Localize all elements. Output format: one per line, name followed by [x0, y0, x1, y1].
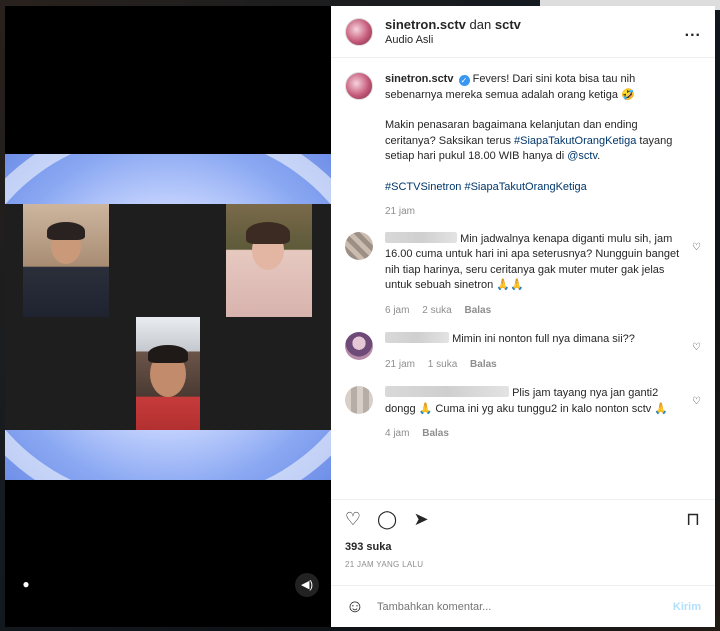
comment-time[interactable]: 6 jam [385, 305, 409, 316]
caption-second-paragraph: Makin penasaran bagaimana kelanjutan dan… [385, 118, 683, 165]
caption-meta: 21 jam [385, 204, 683, 220]
comment-meta: 4 jam Balas [385, 426, 683, 442]
comment-content: Min jadwalnya kenapa diganti mulu sih, j… [385, 231, 683, 294]
verified-badge-icon: ✓ [458, 75, 470, 86]
reply-button[interactable]: Balas [464, 305, 491, 316]
post-comment-button[interactable]: Kirim [673, 601, 701, 613]
post-modal: ● ◀) sinetron.sctv dan sctv Audio Asli .… [5, 6, 715, 627]
video-call-participant-3 [136, 317, 200, 430]
comment-item: Min jadwalnya kenapa diganti mulu sih, j… [345, 231, 701, 319]
comment-body: Min jadwalnya kenapa diganti mulu sih, j… [385, 231, 701, 319]
mention-link[interactable]: @sctv [567, 150, 597, 162]
commenter-avatar[interactable] [345, 332, 373, 360]
author-username[interactable]: sinetron.sctv [385, 17, 466, 32]
comments-scroll-area[interactable]: sinetron.sctv ✓ Fevers! Dari sini kota b… [331, 58, 715, 499]
author-line: sinetron.sctv dan sctv [385, 17, 685, 32]
participant-hair [246, 222, 290, 244]
caption-hashtags[interactable]: #SCTVSinetron #SiapaTakutOrangKetiga [385, 180, 683, 196]
caption-avatar[interactable] [345, 72, 373, 100]
add-comment-bar: ☺ Kirim [331, 585, 715, 627]
comment-item: Mimin ini nonton full nya dimana sii?? 2… [345, 332, 701, 372]
comment-time[interactable]: 21 jam [385, 359, 415, 370]
caption-body: sinetron.sctv ✓ Fevers! Dari sini kota b… [385, 72, 701, 220]
comment-body: Plis jam tayang nya jan ganti2 dongg 🙏 C… [385, 386, 701, 442]
author-info: sinetron.sctv dan sctv Audio Asli [385, 17, 685, 46]
commenter-username-blurred[interactable] [385, 231, 457, 243]
caption-text-2c: . [597, 150, 601, 162]
comment-time[interactable]: 4 jam [385, 428, 409, 439]
commenter-username-blurred[interactable] [385, 386, 509, 397]
comment-icon[interactable]: ◯ [377, 509, 397, 530]
author-avatar[interactable] [345, 17, 373, 46]
commenter-username-blurred[interactable] [385, 332, 449, 343]
audio-label[interactable]: Audio Asli [385, 34, 685, 46]
caption: sinetron.sctv ✓ Fevers! Dari sini kota b… [345, 72, 701, 220]
more-options-icon[interactable]: ... [685, 23, 701, 41]
comment-like-icon[interactable]: ♡ [692, 342, 701, 353]
audio-toggle-icon[interactable]: ◀) [295, 573, 319, 597]
coauthor-username[interactable]: sctv [495, 17, 521, 32]
comment-like-count[interactable]: 2 suka [422, 305, 451, 316]
caption-time[interactable]: 21 jam [385, 206, 415, 217]
comment-text: Mimin ini nonton full nya dimana sii?? [452, 333, 635, 345]
comment-like-icon[interactable]: ♡ [692, 396, 701, 407]
reply-button[interactable]: Balas [422, 428, 449, 439]
participant-hair [47, 222, 85, 240]
video-frame [5, 154, 331, 480]
post-date[interactable]: 21 JAM YANG LALU [331, 557, 715, 579]
comment-content: Plis jam tayang nya jan ganti2 dongg 🙏 C… [385, 386, 683, 417]
comment-like-icon[interactable]: ♡ [692, 242, 701, 253]
comment-body: Mimin ini nonton full nya dimana sii?? 2… [385, 332, 701, 372]
share-icon[interactable]: ➤ [411, 509, 431, 530]
participant-hair [148, 345, 188, 363]
like-icon[interactable]: ♡ [343, 509, 363, 530]
hashtag-link[interactable]: #SiapaTakutOrangKetiga [514, 135, 636, 147]
comment-item: Plis jam tayang nya jan ganti2 dongg 🙏 C… [345, 386, 701, 442]
post-video[interactable]: ● ◀) [5, 6, 331, 627]
comment-meta: 21 jam 1 suka Balas [385, 357, 683, 373]
caption-username[interactable]: sinetron.sctv [385, 73, 453, 85]
post-actions-bar: ♡ ◯ ➤ ⊓ [331, 499, 715, 539]
coauthor-separator: dan [469, 17, 492, 32]
commenter-avatar[interactable] [345, 231, 373, 260]
add-comment-input[interactable] [377, 600, 673, 613]
reply-button[interactable]: Balas [470, 359, 497, 370]
comment-meta: 6 jam 2 suka Balas [385, 303, 683, 319]
video-call-participant-2 [226, 204, 312, 317]
emoji-picker-icon[interactable]: ☺ [345, 596, 365, 617]
video-call-grid [5, 204, 331, 430]
post-header: sinetron.sctv dan sctv Audio Asli ... [331, 6, 715, 58]
save-bookmark-icon[interactable]: ⊓ [683, 509, 703, 530]
video-call-participant-1 [23, 204, 109, 317]
caption-first-paragraph: sinetron.sctv ✓ Fevers! Dari sini kota b… [385, 72, 683, 103]
commenter-avatar[interactable] [345, 386, 373, 414]
likes-count[interactable]: 393 suka [331, 539, 715, 557]
tagged-people-icon[interactable]: ● [19, 577, 33, 591]
comment-content: Mimin ini nonton full nya dimana sii?? [385, 332, 683, 348]
comment-like-count[interactable]: 1 suka [428, 359, 457, 370]
post-side-panel: sinetron.sctv dan sctv Audio Asli ... si… [331, 6, 715, 627]
